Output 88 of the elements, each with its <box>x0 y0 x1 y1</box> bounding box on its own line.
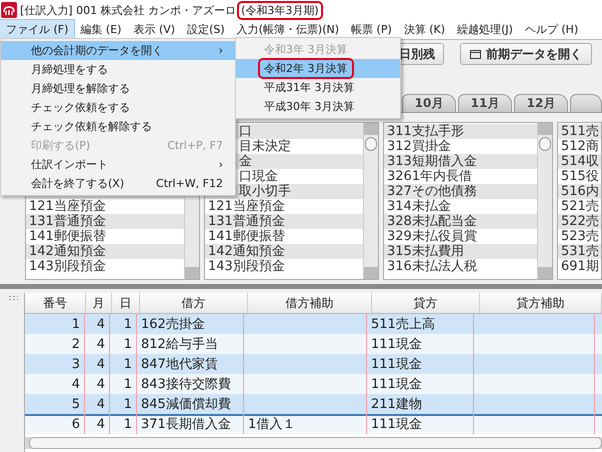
table-cell: 4 <box>96 336 105 352</box>
month-tab[interactable] <box>570 94 602 112</box>
table-cell-text: 371長期借入金 <box>141 416 231 433</box>
column-header[interactable]: 借方補助 <box>248 293 372 313</box>
menu-entry[interactable]: 他の会計期のデータを開く › <box>1 41 235 60</box>
account-item[interactable]: 3261年内長借 <box>387 169 472 184</box>
menu-entry[interactable]: 会計を終了する(X) Ctrl+W, F12 <box>1 174 235 193</box>
account-item[interactable]: 691期 <box>561 259 599 274</box>
vertical-scrollbar[interactable] <box>537 123 552 279</box>
table-cell: 4 <box>96 316 105 332</box>
window-title: [仕訳入力] 001 株式会社 カンポ・アズーロ <box>20 2 236 18</box>
menu-entry[interactable]: 平成30年 3月決算 <box>236 97 400 116</box>
table-cell-text: 1借入１ <box>248 416 296 433</box>
table-cell: 4 <box>96 356 105 372</box>
account-item[interactable]: 312買掛金 <box>387 139 451 154</box>
table-cell: 5 <box>72 396 80 412</box>
table-cell: 1 <box>124 336 132 352</box>
horizontal-scrollbar[interactable] <box>25 437 602 449</box>
menu-entry[interactable]: 月締処理をする <box>1 60 235 79</box>
menu-item[interactable]: 帳票 (P) <box>345 20 398 39</box>
account-item[interactable]: 316未払法人税 <box>387 259 477 274</box>
menu-entry[interactable]: 平成31年 3月決算 <box>236 78 400 97</box>
account-item[interactable]: 121当座預金 <box>208 199 285 214</box>
table-cell: 1 <box>124 396 132 412</box>
table-cell-text: 111現金 <box>371 376 422 393</box>
table-cell: 4 <box>96 416 105 432</box>
menu-entry[interactable]: チェック依頼を解除する <box>1 117 235 136</box>
menu-item[interactable]: 設定(S) <box>181 20 231 39</box>
menu-item[interactable]: 表示 (V) <box>127 20 182 39</box>
column-header[interactable]: 借方 <box>140 293 248 313</box>
menu-entry[interactable]: 令和2年 3月決算 <box>236 59 400 78</box>
menu-entry[interactable]: チェック依頼をする <box>1 98 235 117</box>
window-icon <box>470 50 481 58</box>
account-item[interactable]: 143別段預金 <box>29 259 106 274</box>
month-tab[interactable]: 11月 <box>458 94 512 112</box>
table-cell-text: 211建物 <box>371 396 422 413</box>
table-cell-text: 812給与手当 <box>141 336 218 353</box>
vertical-scrollbar[interactable] <box>363 123 378 279</box>
account-item[interactable]: 314未払金 <box>387 199 451 214</box>
menu-item[interactable]: ヘルプ (H) <box>518 20 584 39</box>
table-cell-text: 845減価償却費 <box>141 396 231 413</box>
account-item[interactable]: 141郵便振替 <box>29 229 106 244</box>
table-cell: 4 <box>96 396 105 412</box>
table-cell-text: 511売上高 <box>371 316 435 333</box>
account-item[interactable]: 512商 <box>561 139 599 154</box>
column-header[interactable]: 貸方補助 <box>480 293 602 313</box>
account-item[interactable]: 金 <box>239 154 252 169</box>
account-item[interactable]: 143別段預金 <box>208 259 285 274</box>
table-cell-text: 843接待交際費 <box>141 376 231 393</box>
table-cell-text: 111現金 <box>371 356 422 373</box>
month-tab[interactable]: 10月 <box>402 94 456 112</box>
table-cell: 3 <box>72 356 80 372</box>
account-item[interactable]: 515役 <box>561 169 599 184</box>
table-cell: 6 <box>72 416 80 432</box>
fiscal-period-label: (令和3年3月期) <box>239 2 321 18</box>
table-cell: 4 <box>96 376 105 392</box>
table-cell-text: 162売掛金 <box>141 316 205 333</box>
menu-item[interactable]: 繰越処理(J) <box>451 20 519 39</box>
account-item[interactable]: 口 <box>239 124 252 139</box>
table-cell: 1 <box>124 316 132 332</box>
menu-item[interactable]: 入力(帳簿・伝票)(N) <box>230 20 346 39</box>
table-cell: 1 <box>124 356 132 372</box>
menu-entry[interactable]: 月締処理を解除する <box>1 79 235 98</box>
table-cell: 1 <box>124 416 132 432</box>
table-cell: 4 <box>72 376 80 392</box>
table-cell: 1 <box>72 316 80 332</box>
table-cell-text: 111現金 <box>371 416 422 433</box>
table-cell-text: 847地代家賃 <box>141 356 218 373</box>
menu-item[interactable]: 決算 (K) <box>398 20 452 39</box>
column-header[interactable]: 貸方 <box>372 293 480 313</box>
account-item[interactable]: 121当座預金 <box>29 199 106 214</box>
month-tab[interactable]: 12月 <box>514 94 568 112</box>
menu-item[interactable]: ファイル (F) <box>0 20 74 39</box>
table-cell-text: 111現金 <box>371 336 422 353</box>
column-header[interactable]: 日 <box>112 293 140 313</box>
account-item[interactable]: 521売 <box>561 199 599 214</box>
menu-item[interactable]: 編集 (E) <box>74 20 128 39</box>
account-item[interactable]: 329未払役員賞 <box>387 229 477 244</box>
table-cell: 1 <box>124 376 132 392</box>
column-header[interactable]: 番号 <box>25 293 86 313</box>
account-item[interactable]: 口現金 <box>239 169 278 184</box>
account-item[interactable]: 141郵便振替 <box>208 229 285 244</box>
table-cell: 2 <box>72 336 80 352</box>
toolbar-button[interactable]: 前期データを開く <box>460 43 592 65</box>
menu-entry[interactable]: 仕訳インポート › <box>1 155 235 174</box>
account-item[interactable]: 目未決定 <box>239 139 291 154</box>
column-header[interactable]: 月 <box>86 293 112 313</box>
account-item[interactable]: 523売 <box>561 229 599 244</box>
